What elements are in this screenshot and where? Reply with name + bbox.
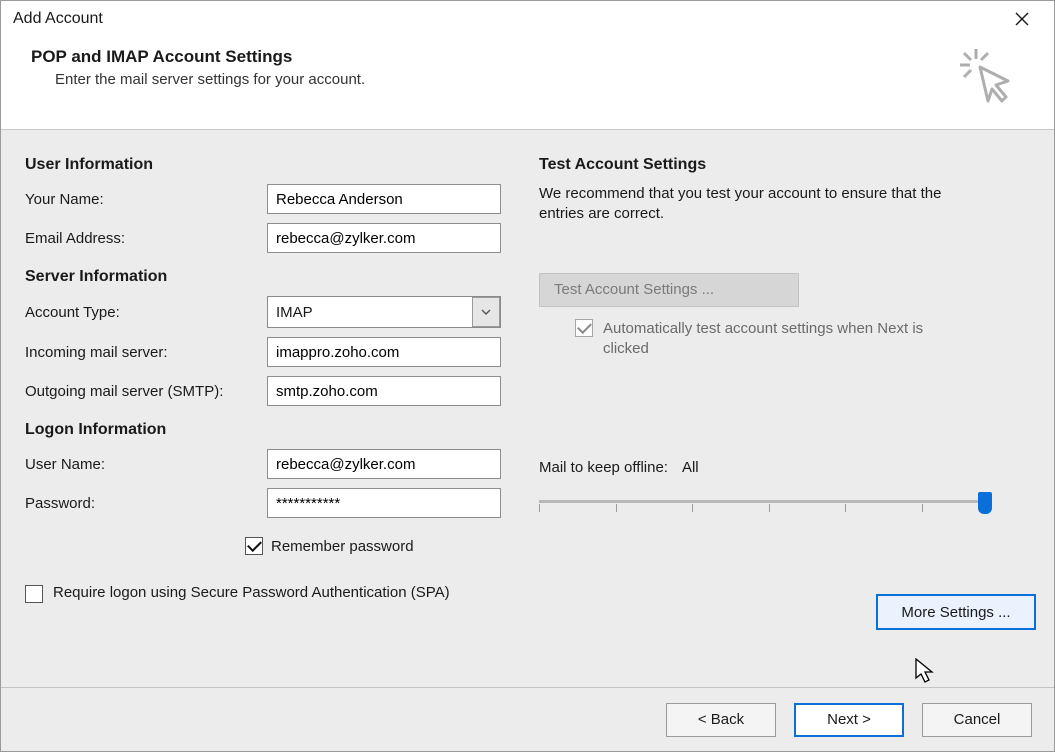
outgoing-server-input[interactable]: [267, 376, 501, 406]
require-spa-label: Require logon using Secure Password Auth…: [53, 583, 450, 603]
email-input[interactable]: [267, 223, 501, 253]
slider-track: [539, 500, 989, 503]
email-label: Email Address:: [25, 230, 267, 247]
incoming-label: Incoming mail server:: [25, 344, 267, 361]
remember-password-checkbox[interactable]: [245, 537, 263, 555]
back-button[interactable]: < Back: [666, 703, 776, 737]
logon-info-heading: Logon Information: [25, 421, 503, 439]
header-title: POP and IMAP Account Settings: [31, 47, 958, 67]
user-info-heading: User Information: [25, 156, 503, 174]
account-type-value: IMAP: [267, 296, 501, 328]
close-button[interactable]: [1002, 1, 1042, 37]
next-button[interactable]: Next >: [794, 703, 904, 737]
password-input[interactable]: [267, 488, 501, 518]
test-account-settings-button[interactable]: Test Account Settings ...: [539, 273, 799, 307]
username-label: User Name:: [25, 456, 267, 473]
left-column: User Information Your Name: Email Addres…: [25, 154, 503, 687]
add-account-window: Add Account POP and IMAP Account Setting…: [0, 0, 1055, 752]
account-type-dropdown-button[interactable]: [472, 297, 500, 327]
outgoing-label: Outgoing mail server (SMTP):: [25, 383, 267, 400]
header-subtitle: Enter the mail server settings for your …: [31, 71, 958, 88]
test-settings-heading: Test Account Settings: [539, 156, 1036, 174]
slider-thumb[interactable]: [978, 492, 992, 514]
window-title: Add Account: [13, 10, 103, 28]
offline-value: All: [682, 459, 699, 476]
header: POP and IMAP Account Settings Enter the …: [1, 37, 1054, 130]
test-settings-desc: We recommend that you test your account …: [539, 184, 979, 225]
titlebar: Add Account: [1, 1, 1054, 37]
username-input[interactable]: [267, 449, 501, 479]
offline-slider[interactable]: [539, 488, 989, 524]
password-label: Password:: [25, 495, 267, 512]
your-name-label: Your Name:: [25, 191, 267, 208]
cancel-button[interactable]: Cancel: [922, 703, 1032, 737]
account-type-select[interactable]: IMAP: [267, 296, 501, 328]
right-column: Test Account Settings We recommend that …: [539, 154, 1036, 687]
server-info-heading: Server Information: [25, 268, 503, 286]
dialog-body: User Information Your Name: Email Addres…: [1, 130, 1054, 687]
your-name-input[interactable]: [267, 184, 501, 214]
incoming-server-input[interactable]: [267, 337, 501, 367]
auto-test-label: Automatically test account settings when…: [603, 319, 943, 360]
auto-test-checkbox[interactable]: [575, 319, 593, 337]
remember-password-label: Remember password: [271, 538, 414, 555]
close-icon: [1015, 12, 1029, 26]
offline-label: Mail to keep offline:: [539, 459, 668, 476]
cursor-click-icon: [958, 47, 1014, 107]
account-type-label: Account Type:: [25, 304, 267, 321]
more-settings-button[interactable]: More Settings ...: [876, 594, 1036, 630]
require-spa-checkbox[interactable]: [25, 585, 43, 603]
footer: < Back Next > Cancel: [1, 687, 1054, 751]
chevron-down-icon: [481, 309, 491, 315]
